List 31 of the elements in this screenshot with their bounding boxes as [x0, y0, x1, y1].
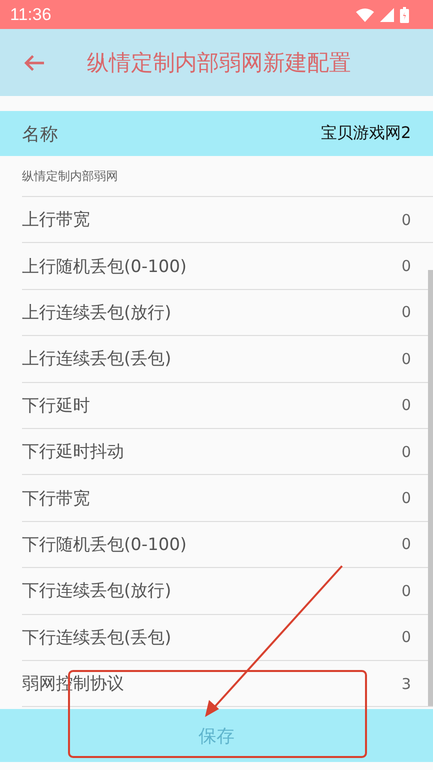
setting-label: 下行连续丢包(丢包) — [22, 626, 172, 649]
wifi-icon — [356, 8, 374, 22]
back-arrow-icon — [23, 54, 45, 72]
setting-value: 0 — [401, 210, 411, 229]
name-value: 宝贝游戏网2 — [320, 123, 411, 144]
section-label: 纵情定制内部弱网 — [22, 168, 118, 184]
battery-icon — [400, 6, 409, 22]
signal-icon — [380, 8, 394, 22]
setting-label: 上行连续丢包(丢包) — [22, 348, 172, 370]
setting-label: 上行连续丢包(放行) — [22, 302, 172, 324]
status-time: 11:36 — [10, 4, 52, 24]
setting-label: 下行延时抖动 — [22, 441, 124, 464]
setting-label: 上行随机丢包(0-100) — [22, 256, 187, 278]
setting-value: 0 — [401, 303, 411, 322]
setting-value: 0 — [401, 628, 411, 646]
setting-value: 0 — [401, 535, 411, 554]
setting-value: 0 — [401, 257, 411, 276]
name-row[interactable]: 名称 宝贝游戏网2 — [0, 111, 433, 156]
setting-value: 0 — [401, 582, 411, 600]
name-label: 名称 — [22, 122, 58, 146]
setting-value: 0 — [401, 442, 411, 461]
setting-value: 0 — [401, 350, 411, 368]
setting-label: 上行带宽 — [22, 209, 90, 232]
setting-label: 下行延时 — [22, 394, 90, 417]
setting-value: 0 — [401, 489, 411, 508]
setting-label: 下行随机丢包(0-100) — [22, 534, 187, 556]
screen-title: 纵情定制内部弱网新建配置 — [87, 50, 351, 78]
setting-label: 下行带宽 — [22, 488, 90, 510]
setting-label: 下行连续丢包(放行) — [22, 580, 172, 602]
setting-value: 0 — [401, 396, 411, 414]
setting-value: 3 — [401, 674, 411, 693]
